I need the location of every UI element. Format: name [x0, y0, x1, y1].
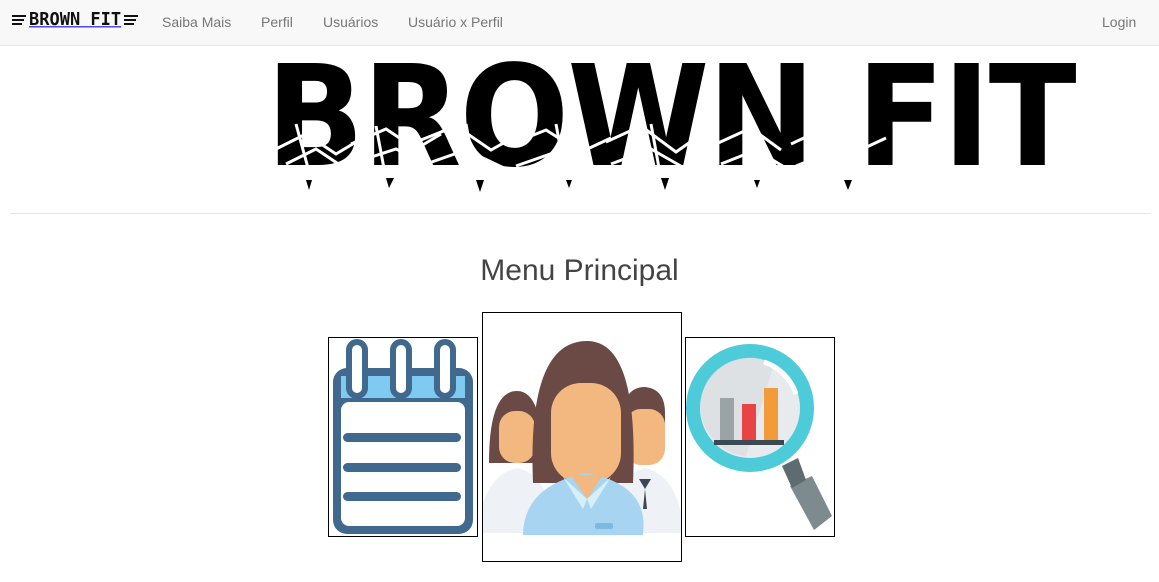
- notepad-icon: [333, 339, 473, 534]
- hero-logo: BROWN FIT: [266, 48, 1077, 194]
- brand-logo-link[interactable]: BROWN FIT: [12, 9, 139, 31]
- menu-tile-users[interactable]: [482, 312, 682, 562]
- users-icon: [483, 341, 681, 535]
- menu-tile-report[interactable]: [685, 337, 835, 537]
- nav-link-usuario-x-perfil[interactable]: Usuário x Perfil: [408, 14, 503, 30]
- logo-wing-left-icon: [12, 15, 26, 25]
- nav-link-saiba-mais[interactable]: Saiba Mais: [162, 14, 231, 30]
- nav-link-usuarios[interactable]: Usuários: [323, 14, 378, 30]
- logo-wing-right-icon: [124, 15, 139, 25]
- page-title: Menu Principal: [480, 254, 679, 287]
- menu-tile-notepad[interactable]: [328, 337, 478, 537]
- nav-link-perfil[interactable]: Perfil: [261, 14, 293, 30]
- nav-link-login[interactable]: Login: [1102, 14, 1136, 30]
- header-divider: [10, 213, 1151, 214]
- brand-logo-text: BROWN FIT: [29, 9, 122, 31]
- logo-crack-texture-icon: [275, 123, 887, 192]
- report-search-icon: [686, 344, 832, 530]
